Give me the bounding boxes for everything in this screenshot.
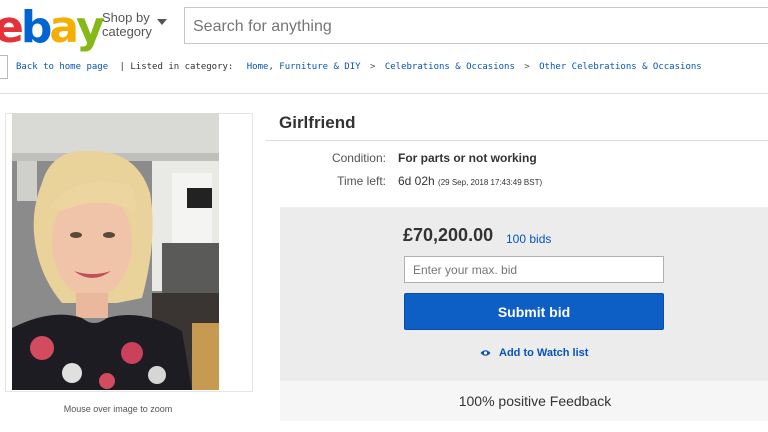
breadcrumb-item-celebrations[interactable]: Celebrations & Occasions [385, 62, 515, 72]
header-divider [0, 93, 768, 94]
listed-in-label: | Listed in category: [119, 62, 234, 72]
eye-icon [480, 350, 491, 356]
breadcrumb-item-other-celebrations[interactable]: Other Celebrations & Occasions [539, 62, 702, 72]
back-to-home-link[interactable]: Back to home page [16, 62, 108, 72]
shop-by-category-button[interactable]: Shop by category [102, 10, 167, 39]
shop-by-label: Shop by [102, 10, 150, 25]
current-price: £70,200.00 [403, 225, 494, 245]
condition-value: For parts or not working [398, 151, 537, 165]
add-to-watch-list-link[interactable]: Add to Watch list [480, 347, 588, 359]
zoom-caption: Mouse over image to zoom [63, 404, 173, 414]
breadcrumb: Back to home page | Listed in category: … [16, 62, 702, 72]
time-left-detail: (29 Sep, 2018 17:43:49 BST) [438, 178, 543, 187]
back-button-box[interactable] [0, 55, 8, 79]
seller-feedback: 100% positive Feedback [458, 393, 612, 409]
bid-count-link[interactable]: 100 bids [506, 232, 551, 246]
condition-label: Condition: [331, 151, 386, 165]
search-input[interactable]: Search for anything [184, 7, 768, 44]
category-label: category [102, 24, 152, 39]
submit-bid-button[interactable]: Submit bid [404, 293, 664, 330]
listing-photo[interactable] [12, 113, 219, 390]
max-bid-input[interactable]: Enter your max. bid [404, 256, 664, 283]
logo-letter-y: y [76, 2, 105, 53]
title-divider [266, 140, 768, 141]
breadcrumb-separator: > [524, 62, 530, 72]
chevron-down-icon [157, 19, 167, 25]
watch-list-label: Add to Watch list [499, 347, 589, 359]
time-left-value: 6d 02h [398, 174, 435, 188]
logo-letter-b: b [20, 2, 52, 53]
time-left-label: Time left: [337, 174, 386, 188]
time-left-row: 6d 02h (29 Sep, 2018 17:43:49 BST) [398, 174, 542, 188]
breadcrumb-item-home-furniture[interactable]: Home, Furniture & DIY [239, 62, 361, 72]
logo-letter-a: a [49, 2, 79, 53]
listing-title: Girlfriend [279, 113, 356, 132]
logo-letter-e: e [0, 2, 24, 53]
ebay-logo[interactable]: e b a y [0, 2, 105, 53]
breadcrumb-separator: > [369, 62, 376, 72]
